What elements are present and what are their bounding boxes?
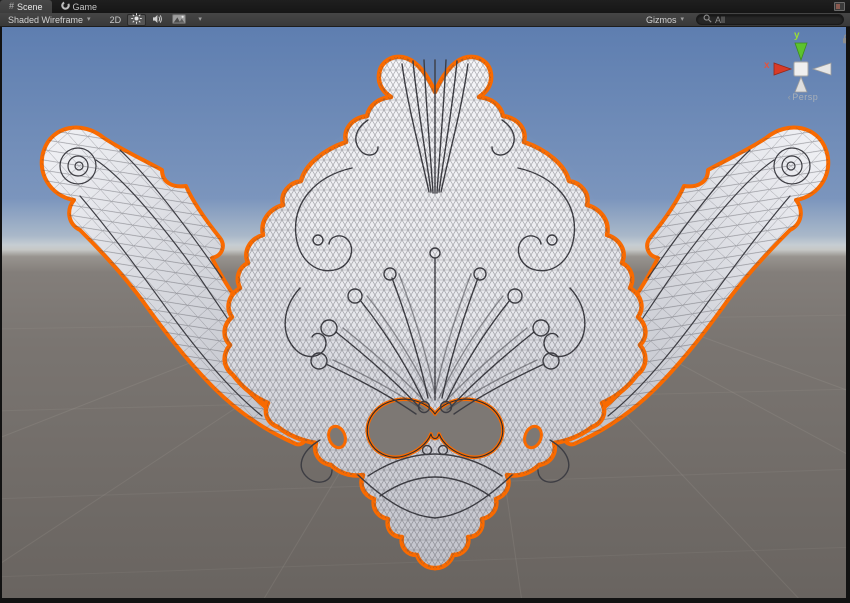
- axis-negx-handle[interactable]: [813, 63, 831, 75]
- scene-toolbar: Shaded Wireframe ▾ 2D: [0, 13, 850, 27]
- search-icon: [703, 14, 712, 25]
- toggle-2d-button[interactable]: 2D: [107, 14, 125, 26]
- axis-y-handle[interactable]: [795, 43, 807, 60]
- game-icon: [61, 1, 70, 12]
- gizmos-dropdown[interactable]: Gizmos ▾: [642, 14, 688, 26]
- search-input[interactable]: [715, 15, 837, 25]
- scene-canvas[interactable]: [2, 27, 846, 598]
- tab-scene-label: Scene: [17, 2, 43, 12]
- tab-game-label: Game: [73, 2, 98, 12]
- speaker-icon: [152, 14, 163, 26]
- window-menu-icon[interactable]: [834, 2, 845, 11]
- tab-scene[interactable]: # Scene: [0, 0, 52, 13]
- projection-toggle[interactable]: ‹Persp: [763, 92, 843, 102]
- chevron-down-icon: ▾: [87, 16, 91, 23]
- selected-mesh[interactable]: [42, 57, 829, 568]
- image-effects-icon: [172, 14, 186, 26]
- scene-search-field[interactable]: [696, 14, 844, 25]
- toggle-2d-label: 2D: [110, 15, 122, 25]
- draw-mode-dropdown[interactable]: Shaded Wireframe ▾: [4, 14, 95, 26]
- scene-viewport[interactable]: y x ‹Persp: [2, 27, 846, 598]
- toolbar-right-group: Gizmos ▾: [642, 14, 846, 26]
- orientation-gizmo[interactable]: y x ‹Persp: [763, 30, 843, 112]
- chevron-down-icon: ▾: [198, 16, 202, 23]
- chevron-down-icon: ▾: [680, 16, 684, 23]
- scene-grid-icon: #: [9, 2, 14, 11]
- axis-negy-handle[interactable]: [795, 77, 807, 92]
- effects-toggle-button[interactable]: [169, 14, 189, 26]
- gizmo-center-cube[interactable]: [794, 62, 808, 76]
- sun-icon: [131, 13, 142, 26]
- projection-label: Persp: [792, 92, 818, 102]
- unity-scene-window: # Scene Game Shaded Wireframe ▾ 2D: [0, 0, 850, 603]
- chevron-left-icon: ‹: [788, 92, 792, 102]
- view-tabbar: # Scene Game: [0, 0, 850, 13]
- tab-game[interactable]: Game: [52, 0, 107, 13]
- axis-x-handle[interactable]: [774, 63, 791, 75]
- effects-dropdown-button[interactable]: ▾: [192, 14, 208, 26]
- draw-mode-label: Shaded Wireframe: [8, 15, 83, 25]
- gizmos-label: Gizmos: [646, 15, 677, 25]
- audio-toggle-button[interactable]: [149, 14, 166, 26]
- lighting-toggle-button[interactable]: [127, 14, 146, 26]
